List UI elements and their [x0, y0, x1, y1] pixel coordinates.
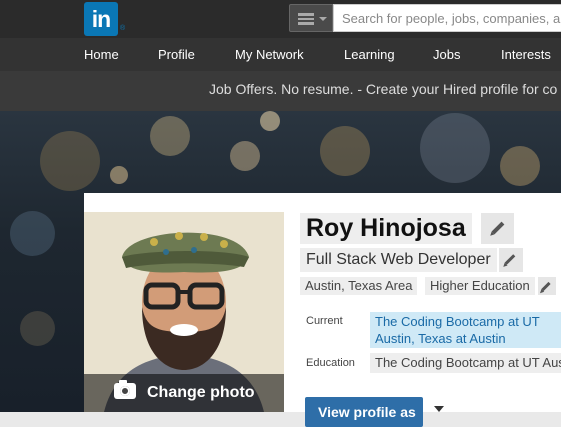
nav-home[interactable]: Home — [84, 38, 119, 71]
nav-my-network[interactable]: My Network — [235, 38, 304, 71]
main-nav: Home Profile My Network Learning Jobs In… — [0, 38, 561, 71]
edit-location-button[interactable] — [538, 277, 556, 295]
location-tag: Austin, Texas Area — [300, 277, 418, 295]
pencil-icon — [491, 221, 505, 235]
top-bar: in ® — [0, 0, 561, 38]
chevron-down-icon[interactable] — [434, 406, 444, 412]
change-photo-button[interactable]: Change photo — [84, 374, 284, 412]
education-label: Education — [306, 357, 355, 369]
menu-icon — [298, 13, 314, 25]
nav-jobs[interactable]: Jobs — [433, 38, 460, 71]
current-position-value[interactable]: The Coding Bootcamp at UT Austin, Texas … — [370, 312, 561, 348]
nav-profile[interactable]: Profile — [158, 38, 195, 71]
chevron-down-icon — [319, 17, 327, 21]
search-input[interactable] — [333, 4, 561, 32]
linkedin-logo[interactable]: in — [84, 2, 118, 36]
edit-name-button[interactable] — [481, 213, 514, 244]
industry-tag: Higher Education — [425, 277, 535, 295]
view-profile-as-button[interactable]: View profile as — [305, 397, 423, 427]
nav-learning[interactable]: Learning — [344, 38, 395, 71]
education-value[interactable]: The Coding Bootcamp at UT Aus — [370, 353, 561, 373]
registered-mark: ® — [120, 25, 126, 32]
banner-text[interactable]: Job Offers. No resume. - Create your Hir… — [209, 81, 557, 97]
change-photo-label: Change photo — [147, 384, 255, 401]
pencil-icon — [541, 281, 551, 292]
camera-icon — [114, 380, 136, 399]
current-label: Current — [306, 315, 343, 327]
search-type-dropdown[interactable] — [289, 4, 333, 32]
profile-headline: Full Stack Web Developer — [300, 248, 497, 272]
ad-banner[interactable]: Job Offers. No resume. - Create your Hir… — [0, 71, 561, 111]
nav-interests[interactable]: Interests — [501, 38, 551, 71]
edit-headline-button[interactable] — [499, 248, 523, 272]
pencil-icon — [504, 254, 516, 265]
profile-name: Roy Hinojosa — [300, 213, 472, 244]
